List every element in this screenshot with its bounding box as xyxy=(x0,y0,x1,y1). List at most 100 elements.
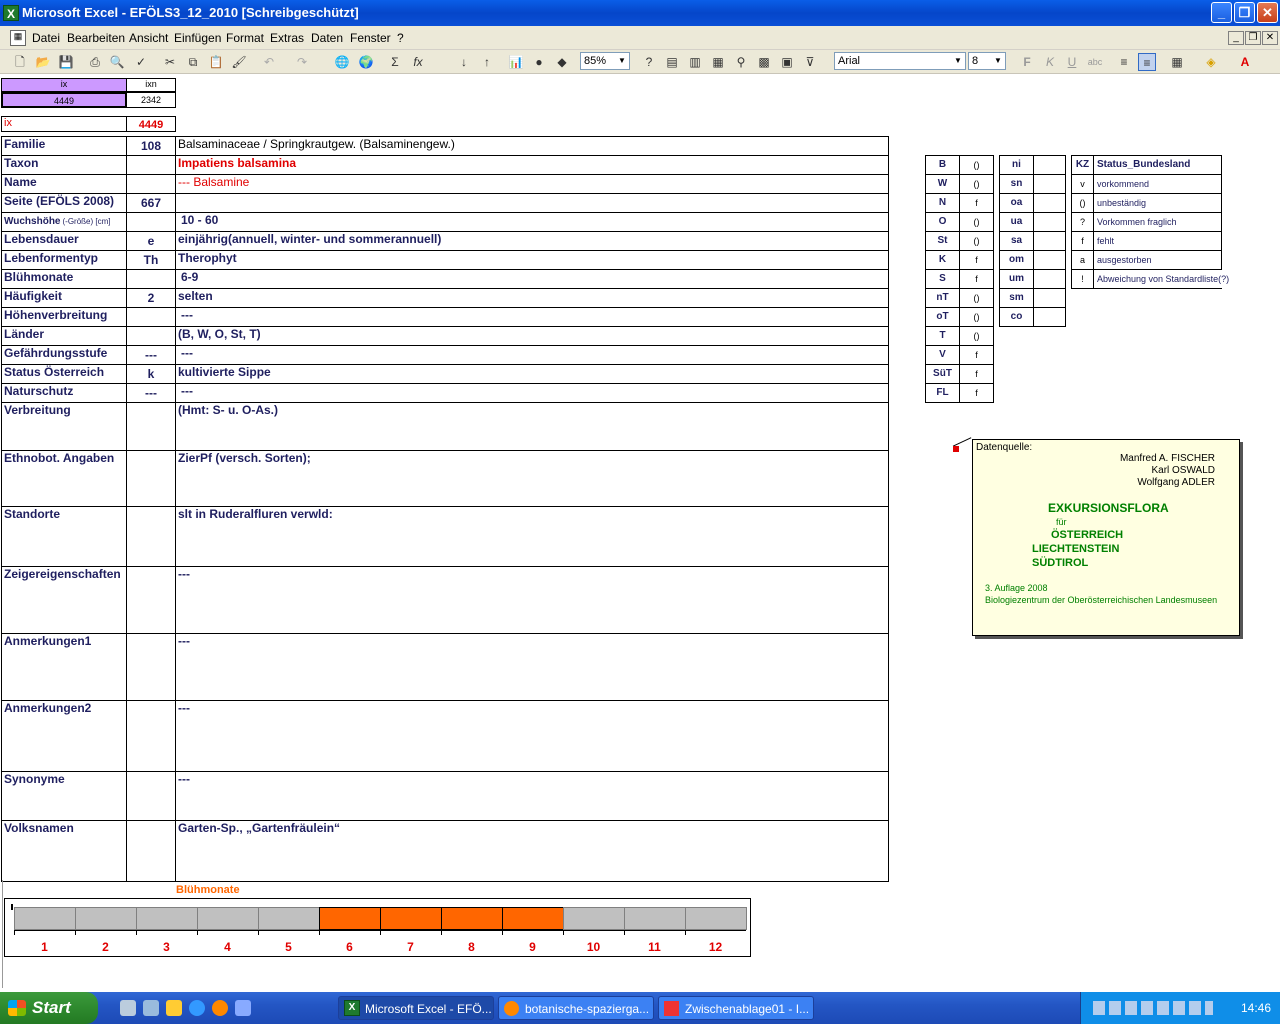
doc-close-button[interactable]: ✕ xyxy=(1262,31,1278,45)
field-value[interactable]: --- xyxy=(175,771,889,821)
legend-code[interactable]: f xyxy=(1071,231,1094,251)
field-value[interactable]: Balsaminaceae / Springkrautgew. (Balsami… xyxy=(175,136,889,156)
legend-code[interactable]: a xyxy=(1071,250,1094,270)
field-value[interactable]: Therophyt xyxy=(175,250,889,270)
drawing-icon[interactable]: ◆ xyxy=(553,53,571,71)
ix-header[interactable]: ix xyxy=(1,78,127,92)
field-label[interactable]: Name xyxy=(1,174,127,194)
legend-label[interactable]: vorkommend xyxy=(1093,174,1222,194)
field-label[interactable]: Gefährdungsstufe xyxy=(1,345,127,365)
region-value[interactable] xyxy=(1033,288,1066,308)
quicklaunch-explorer-icon[interactable] xyxy=(143,1000,159,1016)
fill-color-icon[interactable]: ◈ xyxy=(1202,53,1220,71)
italic-icon[interactable]: K xyxy=(1041,53,1059,71)
menu-fenster[interactable]: Fenster xyxy=(350,31,391,45)
field-code[interactable] xyxy=(126,771,176,821)
field-value[interactable]: --- xyxy=(175,307,889,327)
zoom-select[interactable]: 85% ▼ xyxy=(580,52,630,70)
minimize-button[interactable]: _ xyxy=(1211,2,1232,23)
field-code[interactable]: Th xyxy=(126,250,176,270)
bundesland-status[interactable]: () xyxy=(959,307,994,327)
excel-app-icon[interactable]: X xyxy=(3,5,19,21)
field-code[interactable] xyxy=(126,307,176,327)
task-excel[interactable]: X Microsoft Excel - EFÖ... xyxy=(338,996,494,1020)
field-code[interactable]: 108 xyxy=(126,136,176,156)
field-label[interactable]: Lebenformentyp xyxy=(1,250,127,270)
strikethrough-icon[interactable]: abc xyxy=(1086,53,1104,71)
field-label[interactable]: Taxon xyxy=(1,155,127,175)
chart-wizard-icon[interactable]: 📊 xyxy=(507,53,525,71)
menu-einfuegen[interactable]: Einfügen xyxy=(174,31,221,45)
field-code[interactable]: 667 xyxy=(126,193,176,213)
legend-label[interactable]: Abweichung von Standardliste(?) xyxy=(1093,269,1229,289)
field-code[interactable] xyxy=(126,212,176,232)
field-value[interactable]: Garten-Sp., „Gartenfräulein“ xyxy=(175,820,889,882)
help-icon[interactable]: ? xyxy=(640,53,658,71)
field-label[interactable]: Blühmonate xyxy=(1,269,127,289)
legend-label[interactable]: unbeständig xyxy=(1093,193,1222,213)
field-code[interactable] xyxy=(126,820,176,882)
region-value[interactable] xyxy=(1033,250,1066,270)
new-icon[interactable]: 🗋 xyxy=(11,53,29,71)
legend-code[interactable]: () xyxy=(1071,193,1094,213)
bundesland-status[interactable]: f xyxy=(959,364,994,384)
web-icon[interactable]: 🌍 xyxy=(357,53,375,71)
legend-code[interactable]: v xyxy=(1071,174,1094,194)
function-icon[interactable]: fx xyxy=(409,53,427,71)
field-label[interactable]: Länder xyxy=(1,326,127,346)
field-code[interactable] xyxy=(126,402,176,451)
form-icon[interactable]: ▣ xyxy=(778,53,796,71)
bundesland-code[interactable]: SüT xyxy=(925,364,960,384)
bundesland-status[interactable]: () xyxy=(959,326,994,346)
menu-help[interactable]: ? xyxy=(397,31,404,45)
field-value[interactable]: 10 - 60 xyxy=(175,212,889,232)
field-code[interactable]: 2 xyxy=(126,288,176,308)
format-painter-icon[interactable]: 🖌 xyxy=(230,53,248,71)
field-label[interactable]: Ethnobot. Angaben xyxy=(1,450,127,507)
region-code[interactable]: ni xyxy=(999,155,1034,175)
bundesland-status[interactable]: f xyxy=(959,250,994,270)
field-code[interactable] xyxy=(126,566,176,634)
menu-datei[interactable]: Datei xyxy=(32,31,60,45)
legend-label[interactable]: Vorkommen fraglich xyxy=(1093,212,1222,232)
undo-icon[interactable]: ↶ xyxy=(260,53,278,71)
bundesland-code[interactable]: nT xyxy=(925,288,960,308)
field-label[interactable]: Häufigkeit xyxy=(1,288,127,308)
field-value[interactable]: (Hmt: S- u. O-As.) xyxy=(175,402,889,451)
field-code[interactable]: --- xyxy=(126,345,176,365)
field-label[interactable]: Volksnamen xyxy=(1,820,127,882)
close-button[interactable]: ✕ xyxy=(1257,2,1278,23)
bundesland-status[interactable]: () xyxy=(959,288,994,308)
bundesland-status[interactable]: () xyxy=(959,212,994,232)
bundesland-code[interactable]: W xyxy=(925,174,960,194)
field-value[interactable]: (B, W, O, St, T) xyxy=(175,326,889,346)
bundesland-code[interactable]: FL xyxy=(925,383,960,403)
field-label[interactable]: Anmerkungen2 xyxy=(1,700,127,772)
ix-red-value[interactable]: 4449 xyxy=(126,116,176,132)
quicklaunch-media-icon[interactable] xyxy=(166,1000,182,1016)
borders-icon[interactable]: ▦ xyxy=(1168,53,1186,71)
field-label[interactable]: Familie xyxy=(1,136,127,156)
region-code[interactable]: ua xyxy=(999,212,1034,232)
cut-icon[interactable]: ✂ xyxy=(161,53,179,71)
ixn-header[interactable]: ixn xyxy=(126,78,176,92)
spellcheck-icon[interactable]: ✓ xyxy=(132,53,150,71)
ix-value-cell[interactable]: 4449 xyxy=(1,92,127,108)
menu-bearbeiten[interactable]: Bearbeiten xyxy=(67,31,125,45)
bold-icon[interactable]: F xyxy=(1018,53,1036,71)
field-value[interactable]: --- Balsamine xyxy=(175,174,889,194)
field-value[interactable]: --- xyxy=(175,700,889,772)
field-label[interactable]: Naturschutz xyxy=(1,383,127,403)
field-value[interactable]: slt in Ruderalfluren verwld: xyxy=(175,506,889,567)
tool-icon[interactable]: ▤ xyxy=(663,53,681,71)
bundesland-status[interactable]: () xyxy=(959,231,994,251)
field-value[interactable]: ZierPf (versch. Sorten); xyxy=(175,450,889,507)
task-clipboard[interactable]: Zwischenablage01 - I... xyxy=(658,996,814,1020)
field-label[interactable]: Standorte xyxy=(1,506,127,567)
font-size-select[interactable]: 8 ▼ xyxy=(968,52,1006,70)
field-code[interactable] xyxy=(126,174,176,194)
open-icon[interactable]: 📂 xyxy=(34,53,52,71)
map-icon[interactable]: ● xyxy=(530,53,548,71)
find-icon[interactable]: ⚲ xyxy=(732,53,750,71)
bundesland-code[interactable]: T xyxy=(925,326,960,346)
